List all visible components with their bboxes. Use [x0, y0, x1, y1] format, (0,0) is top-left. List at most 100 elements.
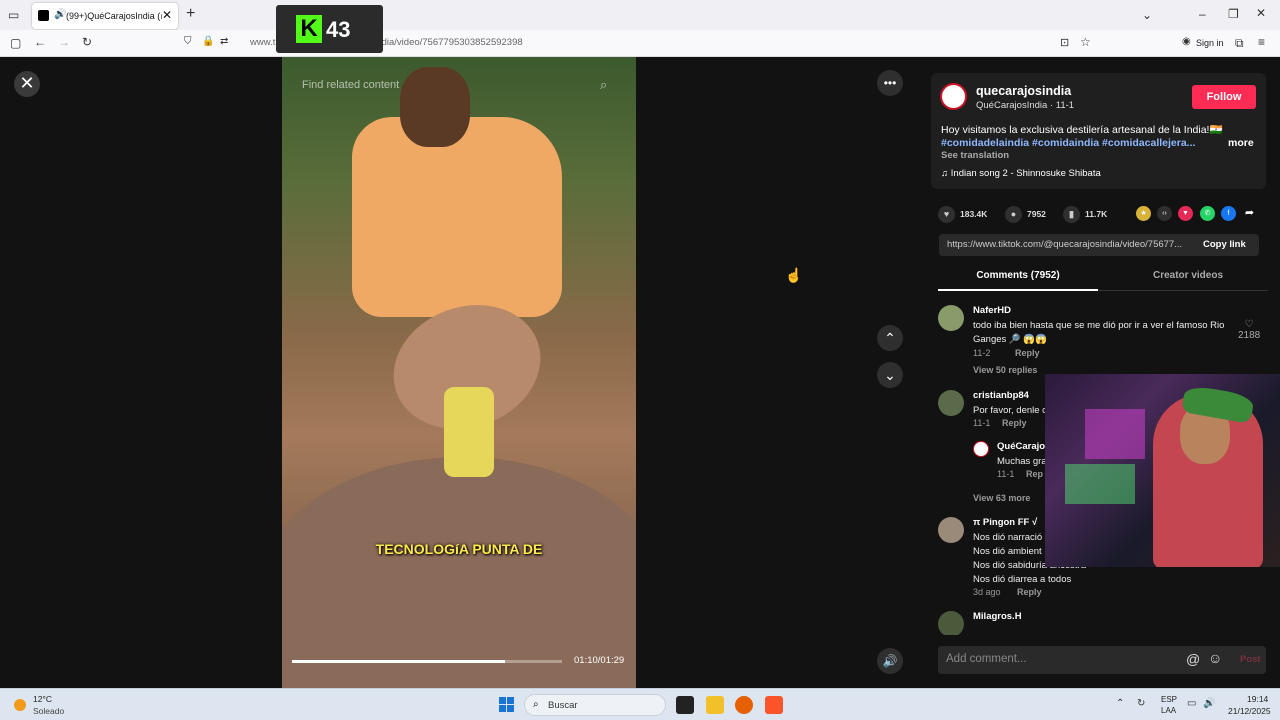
view-replies-button[interactable]: View 50 replies	[973, 365, 1037, 375]
back-icon[interactable]: ←	[34, 35, 46, 49]
embed-icon[interactable]: ‹›	[1157, 206, 1172, 221]
copy-link-button[interactable]: Copy link	[1203, 239, 1246, 250]
next-video-button[interactable]: ⌄	[877, 362, 903, 388]
minimize-icon[interactable]: –	[1199, 7, 1206, 21]
taskbar-search[interactable]: ⌕ Buscar	[524, 694, 666, 716]
weather-condition[interactable]: Soleado	[33, 706, 64, 716]
emoji-icon[interactable]: ☺	[1208, 650, 1222, 666]
language-code[interactable]: ESP	[1161, 695, 1177, 704]
comment-like[interactable]: ♡ 2188	[1238, 319, 1260, 341]
music-title: Indian song 2 - Shinnosuke Shibata	[950, 168, 1101, 179]
comment-button[interactable]: ● 7952	[1005, 205, 1046, 224]
maximize-icon[interactable]: ❐	[1228, 7, 1239, 21]
comment-username[interactable]: π Pingon FF √	[973, 517, 1037, 528]
new-tab-icon[interactable]: +	[186, 5, 195, 23]
list-all-tabs-icon[interactable]: ⌄	[1142, 8, 1152, 22]
previous-video-button[interactable]: ⌃	[877, 325, 903, 351]
tab-creator-videos[interactable]: Creator videos	[1108, 267, 1268, 291]
panel-tabs: Comments (7952) Creator videos	[938, 267, 1268, 291]
facebook-icon[interactable]: f	[1221, 206, 1236, 221]
task-view-icon[interactable]	[676, 696, 694, 714]
reply-button[interactable]: Reply	[1002, 418, 1027, 428]
avatar[interactable]	[938, 517, 964, 543]
video-progress-bar[interactable]	[292, 660, 562, 663]
comment-username[interactable]: NaferHD	[973, 305, 1011, 316]
reload-icon[interactable]: ↻	[82, 35, 92, 49]
repost-icon[interactable]: ★	[1136, 206, 1151, 221]
clock-time[interactable]: 19:14	[1247, 694, 1268, 704]
more-button[interactable]: more	[1228, 137, 1254, 149]
bookmark-star-icon[interactable]: ☆	[1080, 35, 1091, 49]
more-options-button[interactable]: •••	[877, 70, 903, 96]
windows-taskbar: 12°C Soleado ⌕ Buscar ⌃ ↻ ESP LAA ▭ 🔊 19…	[0, 688, 1280, 720]
network-icon[interactable]: ▭	[1187, 698, 1196, 709]
video-time: 01:10/01:29	[574, 655, 625, 666]
webcam-overlay	[1045, 374, 1280, 567]
comment-input[interactable]: Add comment... @ ☺ Post	[938, 646, 1266, 674]
send-to-friends-icon[interactable]: ▼	[1178, 206, 1193, 221]
menu-icon[interactable]: ≡	[1258, 35, 1265, 49]
tab-comments[interactable]: Comments (7952)	[938, 267, 1098, 291]
video-player[interactable]: Find related content ⌕ TECNOLOGíA PUNTA …	[282, 57, 636, 688]
permissions-icon[interactable]: ⇄	[220, 36, 228, 47]
close-tab-icon[interactable]: ✕	[162, 8, 172, 22]
save-to-pocket-icon[interactable]: ⊡	[1060, 36, 1069, 49]
firefox-icon[interactable]	[735, 696, 753, 714]
avatar[interactable]	[938, 611, 964, 635]
shield-icon[interactable]: ⛉	[184, 36, 192, 47]
clock-date[interactable]: 21/12/2025	[1228, 706, 1271, 716]
find-related-search[interactable]: Find related content	[302, 79, 399, 91]
comment-username[interactable]: Milagros.H	[973, 611, 1022, 622]
reply-button[interactable]: Rep	[1026, 469, 1043, 479]
share-icon[interactable]: ➦	[1242, 206, 1257, 221]
weather-temp[interactable]: 12°C	[33, 694, 52, 704]
browser-tab[interactable]: 🔊 (99+)QuéCarajosIndia (@q ✕	[32, 3, 178, 29]
windows-start-icon[interactable]	[499, 697, 515, 713]
avatar[interactable]	[938, 390, 964, 416]
post-hashtags[interactable]: #comidadelaindia #comidaindia #comidacal…	[941, 137, 1201, 149]
avatar[interactable]	[938, 305, 964, 331]
close-window-icon[interactable]: ✕	[1256, 6, 1266, 20]
forward-icon[interactable]: →	[58, 35, 70, 49]
heart-outline-icon: ♡	[1244, 319, 1254, 330]
lock-icon[interactable]: 🔒	[202, 36, 214, 47]
close-video-button[interactable]: ✕	[14, 71, 40, 97]
account-icon[interactable]: ◉	[1182, 36, 1191, 47]
save-button[interactable]: ▮ 11.7K	[1063, 205, 1108, 224]
post-button[interactable]: Post	[1240, 654, 1261, 665]
tiktok-favicon-icon	[38, 10, 49, 21]
tab-list-icon[interactable]: ▭	[8, 8, 19, 22]
reply-button[interactable]: Reply	[1015, 348, 1040, 358]
creator-avatar[interactable]	[940, 83, 967, 110]
reply-button[interactable]: Reply	[1017, 587, 1042, 597]
creator-subname: QuéCarajosIndia · 11-1	[976, 100, 1075, 111]
audio-playing-icon[interactable]: 🔊	[54, 9, 66, 20]
volume-button[interactable]: 🔊	[877, 648, 903, 674]
tray-chevron-icon[interactable]: ⌃	[1116, 698, 1124, 709]
sidebar-icon[interactable]: ▢	[10, 36, 21, 50]
sign-in-label[interactable]: Sign in	[1196, 38, 1224, 48]
follow-button[interactable]: Follow	[1192, 85, 1256, 109]
sync-icon[interactable]: ↻	[1137, 698, 1145, 709]
avatar[interactable]	[973, 441, 989, 457]
whatsapp-icon[interactable]: ✆	[1200, 206, 1215, 221]
save-count: 11.7K	[1085, 209, 1108, 219]
browser-nav-bar: ▢ ← → ↻ ⛉ 🔒 ⇄ www.tiktok.com/@quecarajos…	[0, 30, 1280, 57]
file-explorer-icon[interactable]	[706, 696, 724, 714]
keyboard-layout[interactable]: LAA	[1161, 706, 1176, 715]
search-icon[interactable]: ⌕	[600, 77, 607, 93]
comment-date: 11-2	[973, 348, 991, 358]
sun-icon[interactable]	[14, 699, 26, 711]
like-button[interactable]: ♥ 183.4K	[938, 205, 987, 224]
extensions-icon[interactable]: ⧉	[1235, 36, 1244, 51]
comment-username[interactable]: cristianbp84	[973, 390, 1029, 401]
brave-icon[interactable]	[765, 696, 783, 714]
view-more-replies-button[interactable]: View 63 more	[973, 493, 1030, 503]
speaker-icon[interactable]: 🔊	[1203, 698, 1215, 709]
video-frame-person	[352, 117, 562, 317]
see-translation-link[interactable]: See translation	[941, 150, 1009, 161]
mention-icon[interactable]: @	[1186, 651, 1200, 667]
music-link[interactable]: ♫ Indian song 2 - Shinnosuke Shibata	[941, 168, 1101, 179]
creator-username[interactable]: quecarajosindia	[976, 84, 1071, 98]
comment-username[interactable]: QuéCarajo	[997, 441, 1045, 452]
